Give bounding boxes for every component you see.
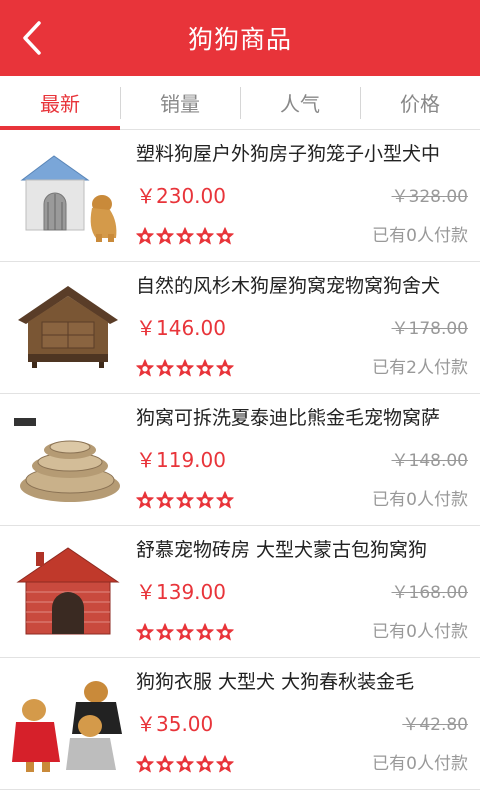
product-original-price: ￥42.80 bbox=[402, 715, 468, 735]
star-icon bbox=[136, 359, 154, 377]
product-price: ￥146.00 bbox=[136, 316, 226, 340]
star-icon bbox=[216, 755, 234, 773]
star-icon bbox=[176, 359, 194, 377]
star-icon bbox=[176, 491, 194, 509]
product-item[interactable]: 自然的风杉木狗屋狗窝宠物窝狗舍犬 ￥146.00 ￥178.00 已有2人付款 bbox=[0, 262, 480, 394]
plastic-dog-house-image bbox=[12, 142, 124, 250]
product-item[interactable]: 狗窝可拆洗夏泰迪比熊金毛宠物窝萨 ￥119.00 ￥148.00 已有0人付款 bbox=[0, 394, 480, 526]
star-icon bbox=[196, 227, 214, 245]
tab-sales[interactable]: 销量 bbox=[120, 76, 240, 129]
star-icon bbox=[156, 623, 174, 641]
product-item[interactable]: 狗狗衣服 大型犬 大狗春秋装金毛 ￥35.00 ￥42.80 已有0人付款 bbox=[0, 658, 480, 790]
star-icon bbox=[136, 755, 154, 773]
star-icon bbox=[136, 623, 154, 641]
rating-stars bbox=[135, 754, 235, 776]
star-icon bbox=[176, 623, 194, 641]
tab-newest[interactable]: 最新 bbox=[0, 76, 120, 130]
product-title: 狗窝可拆洗夏泰迪比熊金毛宠物窝萨 bbox=[136, 407, 441, 429]
rating-stars bbox=[135, 622, 235, 644]
tab-price[interactable]: 价格 bbox=[360, 76, 480, 129]
star-icon bbox=[216, 491, 234, 509]
page-title: 狗狗商品 bbox=[187, 25, 292, 54]
product-price: ￥35.00 bbox=[136, 712, 214, 736]
product-title: 塑料狗屋户外狗房子狗笼子小型犬中 bbox=[136, 143, 441, 165]
sales-count: 已有0人付款 bbox=[372, 754, 468, 774]
star-icon bbox=[156, 227, 174, 245]
rating-stars bbox=[135, 226, 235, 248]
product-item[interactable]: 舒慕宠物砖房 大型犬蒙古包狗窝狗 ￥139.00 ￥168.00 已有0人付款 bbox=[0, 526, 480, 658]
product-item[interactable]: 塑料狗屋户外狗房子狗笼子小型犬中 ￥230.00 ￥328.00 已有0人付款 bbox=[0, 130, 480, 262]
sort-tabs: 最新 销量 人气 价格 bbox=[0, 76, 480, 130]
product-title: 舒慕宠物砖房 大型犬蒙古包狗窝狗 bbox=[136, 539, 428, 561]
star-icon bbox=[196, 623, 214, 641]
wooden-dog-house-image bbox=[12, 274, 124, 382]
product-original-price: ￥168.00 bbox=[391, 583, 468, 603]
product-title: 自然的风杉木狗屋狗窝宠物窝狗舍犬 bbox=[136, 275, 441, 297]
rating-stars bbox=[135, 358, 235, 380]
tab-popularity[interactable]: 人气 bbox=[240, 76, 360, 129]
sales-count: 已有0人付款 bbox=[372, 490, 468, 510]
sales-count: 已有0人付款 bbox=[372, 622, 468, 642]
product-original-price: ￥148.00 bbox=[391, 451, 468, 471]
star-icon bbox=[196, 491, 214, 509]
star-icon bbox=[216, 359, 234, 377]
star-icon bbox=[176, 755, 194, 773]
star-icon bbox=[156, 755, 174, 773]
product-title: 狗狗衣服 大型犬 大狗春秋装金毛 bbox=[136, 671, 415, 693]
sales-count: 已有2人付款 bbox=[372, 358, 468, 378]
dog-bed-set-image bbox=[12, 406, 124, 514]
star-icon bbox=[196, 359, 214, 377]
sales-count: 已有0人付款 bbox=[372, 226, 468, 246]
product-price: ￥230.00 bbox=[136, 184, 226, 208]
product-list: 塑料狗屋户外狗房子狗笼子小型犬中 ￥230.00 ￥328.00 已有0人付款 … bbox=[0, 130, 480, 790]
brick-dog-house-image bbox=[12, 538, 124, 646]
star-icon bbox=[196, 755, 214, 773]
star-icon bbox=[136, 227, 154, 245]
product-price: ￥139.00 bbox=[136, 580, 226, 604]
star-icon bbox=[156, 359, 174, 377]
product-price: ￥119.00 bbox=[136, 448, 226, 472]
product-original-price: ￥328.00 bbox=[391, 187, 468, 207]
star-icon bbox=[156, 491, 174, 509]
star-icon bbox=[216, 227, 234, 245]
star-icon bbox=[216, 623, 234, 641]
star-icon bbox=[176, 227, 194, 245]
dog-clothes-image bbox=[12, 670, 124, 778]
product-original-price: ￥178.00 bbox=[391, 319, 468, 339]
app-header: 狗狗商品 bbox=[0, 0, 480, 76]
star-icon bbox=[136, 491, 154, 509]
rating-stars bbox=[135, 490, 235, 512]
